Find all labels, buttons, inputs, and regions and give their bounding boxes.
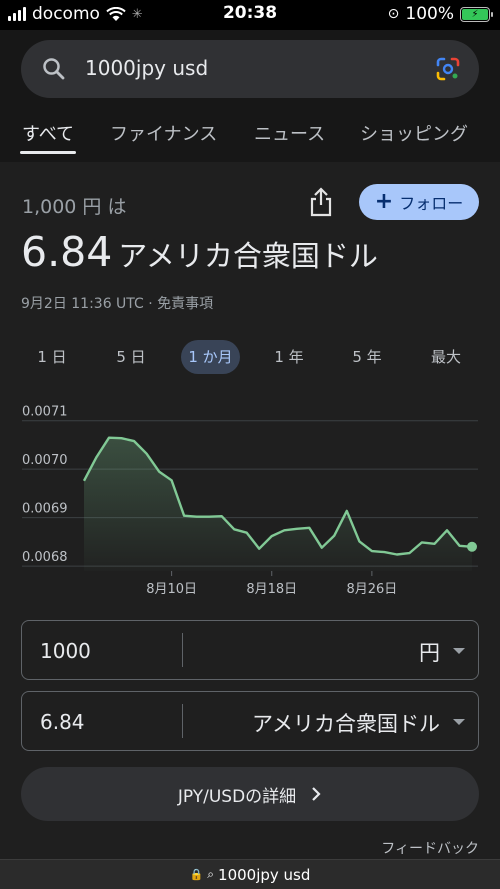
to-currency-field: 6.84 アメリカ合衆国ドル xyxy=(21,691,479,751)
from-currency-field: 1000 円 xyxy=(21,620,479,680)
lock-icon: 🔒 xyxy=(189,868,204,881)
chevron-right-icon xyxy=(312,787,321,801)
tab-news[interactable]: ニュース xyxy=(254,120,325,146)
tab-all[interactable]: すべて xyxy=(19,120,77,154)
source-amount: 1,000 円 は xyxy=(22,196,127,218)
x-tick-label: 8月18日 xyxy=(246,582,297,597)
converted-amount: 6.84 アメリカ合衆国ドル xyxy=(21,228,378,276)
search-input[interactable]: 1000jpy usd xyxy=(85,56,208,80)
orientation-lock-icon: ⊙ xyxy=(387,6,400,22)
battery-percent: 100% xyxy=(405,4,454,24)
range-1-year[interactable]: 1 年 xyxy=(261,340,317,374)
dropdown-arrow-icon[interactable] xyxy=(453,648,465,654)
details-button-label: JPY/USDの詳細 xyxy=(177,786,297,807)
search-icon: ⌕ xyxy=(207,867,215,881)
field-divider xyxy=(182,704,183,738)
details-button[interactable]: JPY/USDの詳細 xyxy=(21,767,479,821)
exchange-rate-chart[interactable]: 0.0071 0.0070 0.0069 0.0068 8月10日 8月18日 8月26日 xyxy=(0,395,500,605)
to-currency-select[interactable]: アメリカ合衆国ドル xyxy=(252,708,440,738)
range-1-day[interactable]: 1 日 xyxy=(24,340,80,374)
tab-finance[interactable]: ファイナンス xyxy=(110,120,217,146)
from-amount-input[interactable]: 1000 xyxy=(40,639,91,663)
range-5-year[interactable]: 5 年 xyxy=(339,340,395,374)
url-text: 1000jpy usd xyxy=(218,865,311,884)
x-tick-label: 8月26日 xyxy=(346,582,397,597)
dropdown-arrow-icon[interactable] xyxy=(453,719,465,725)
timestamp-disclaimer[interactable]: 9月2日 11:36 UTC · 免責事項 xyxy=(21,293,213,313)
from-currency-select[interactable]: 円 xyxy=(419,637,440,667)
plus-icon: + xyxy=(374,189,394,214)
follow-button[interactable]: + フォロー xyxy=(359,184,479,220)
search-box[interactable]: 1000jpy usd xyxy=(21,40,479,98)
y-tick-label: 0.0068 xyxy=(22,550,68,565)
y-tick-label: 0.0070 xyxy=(22,453,68,468)
converted-value: 6.84 xyxy=(21,228,113,276)
y-tick-label: 0.0069 xyxy=(22,502,68,517)
converted-currency: アメリカ合衆国ドル xyxy=(118,239,378,273)
search-header: 1000jpy usd すべて ファイナンス ニュース ショッピング xyxy=(0,30,500,162)
browser-url-bar[interactable]: 🔒 ⌕ 1000jpy usd xyxy=(0,859,500,889)
feedback-link[interactable]: フィードバック xyxy=(381,838,479,858)
share-icon[interactable] xyxy=(306,186,336,218)
field-divider xyxy=(182,633,183,667)
x-tick-label: 8月10日 xyxy=(146,582,197,597)
y-tick-label: 0.0071 xyxy=(22,405,68,420)
range-max[interactable]: 最大 xyxy=(418,340,474,374)
range-1-month[interactable]: 1 か月 xyxy=(181,340,240,374)
current-point-marker xyxy=(467,541,477,552)
time-range-selector: 1 日 5 日 1 か月 1 年 5 年 最大 xyxy=(0,340,500,374)
status-bar: docomo ✳ 20:38 ⊙ 100% ⚡ xyxy=(0,0,500,30)
google-lens-icon[interactable] xyxy=(435,56,461,82)
to-amount-input[interactable]: 6.84 xyxy=(40,710,85,734)
tab-shopping[interactable]: ショッピング xyxy=(360,120,468,146)
range-5-day[interactable]: 5 日 xyxy=(103,340,159,374)
battery-icon: ⚡ xyxy=(460,6,493,22)
chart-area-fill xyxy=(84,437,472,571)
follow-button-label: フォロー xyxy=(399,194,464,213)
search-icon[interactable] xyxy=(41,56,67,82)
search-tabs: すべて ファイナンス ニュース ショッピング xyxy=(0,116,500,156)
